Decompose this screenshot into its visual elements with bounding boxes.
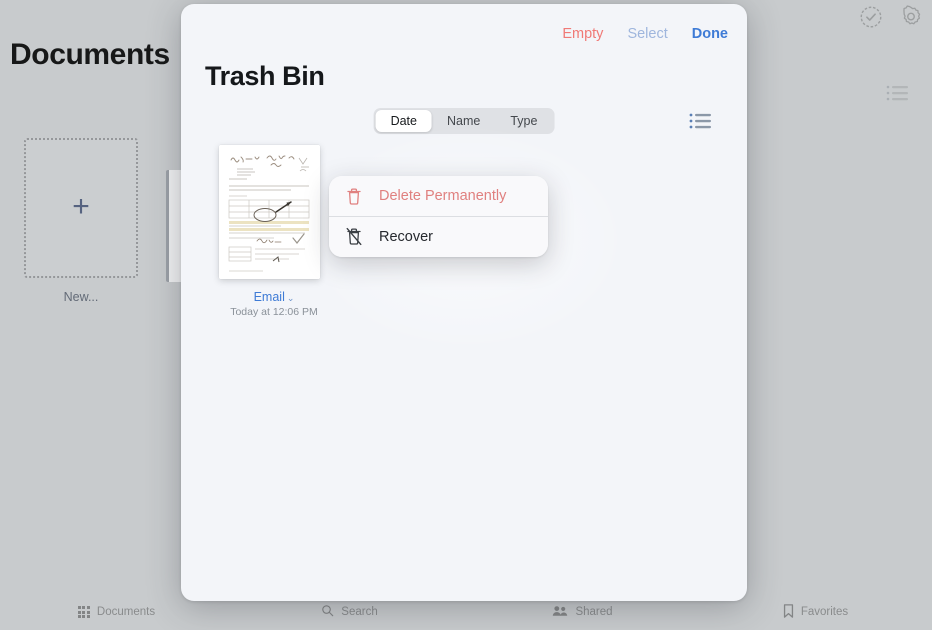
select-button[interactable]: Select bbox=[627, 26, 667, 42]
trash-slash-icon bbox=[345, 227, 363, 246]
sort-segmented-control-row: Date Name Type bbox=[181, 108, 747, 134]
sheet-actions: Empty Select Done bbox=[562, 26, 728, 42]
new-document-tile[interactable]: + New... bbox=[24, 138, 138, 304]
chevron-down-icon[interactable]: ⌄ bbox=[287, 293, 295, 303]
sort-segment-date[interactable]: Date bbox=[375, 110, 432, 132]
tab-search-label: Search bbox=[341, 606, 378, 618]
done-button[interactable]: Done bbox=[692, 26, 728, 42]
list-view-toggle[interactable] bbox=[689, 112, 711, 130]
tab-documents-label: Documents bbox=[96, 606, 156, 618]
settings-gear-icon[interactable] bbox=[898, 4, 924, 30]
background-list-view-icon[interactable] bbox=[886, 84, 908, 107]
top-right-toolbar bbox=[858, 4, 924, 30]
tab-documents[interactable]: Documents bbox=[0, 606, 233, 618]
menu-item-delete-permanently-label: Delete Permanently bbox=[379, 188, 507, 204]
tab-search[interactable]: Search bbox=[233, 604, 466, 620]
trash-icon bbox=[345, 187, 363, 206]
grid-icon bbox=[77, 606, 90, 618]
sort-segment-name[interactable]: Name bbox=[432, 110, 495, 132]
sheet-title: Trash Bin bbox=[205, 61, 325, 91]
new-document-label: New... bbox=[63, 290, 99, 304]
menu-item-recover[interactable]: Recover bbox=[329, 217, 548, 257]
document-thumbnail[interactable] bbox=[219, 145, 320, 279]
bookmark-icon bbox=[783, 603, 794, 621]
empty-button[interactable]: Empty bbox=[562, 26, 603, 42]
document-date: Today at 12:06 PM bbox=[230, 306, 318, 318]
menu-item-recover-label: Recover bbox=[379, 228, 433, 245]
tab-shared-label: Shared bbox=[575, 606, 613, 618]
menu-item-delete-permanently[interactable]: Delete Permanently bbox=[329, 176, 548, 216]
plus-icon: + bbox=[72, 190, 90, 223]
document-item[interactable]: Email ⌄ Today at 12:06 PM bbox=[219, 145, 329, 318]
people-icon bbox=[552, 605, 568, 620]
document-name-text: Email bbox=[253, 290, 285, 304]
sheet-header: Empty Select Done bbox=[181, 4, 747, 60]
sort-segmented-control[interactable]: Date Name Type bbox=[373, 108, 555, 134]
document-preview-image bbox=[219, 145, 320, 279]
page-title: Documents bbox=[10, 38, 170, 71]
magnifier-icon bbox=[321, 604, 334, 620]
sort-segment-type[interactable]: Type bbox=[495, 110, 552, 132]
select-circle-icon[interactable] bbox=[858, 4, 884, 30]
trash-bin-sheet: Empty Select Done Trash Bin Date Name Ty… bbox=[181, 4, 747, 601]
document-name[interactable]: Email ⌄ bbox=[219, 290, 329, 304]
tab-favorites-label: Favorites bbox=[800, 606, 849, 618]
tab-shared[interactable]: Shared bbox=[466, 605, 699, 620]
new-document-dropzone[interactable]: + bbox=[24, 138, 138, 278]
tab-favorites[interactable]: Favorites bbox=[699, 603, 932, 621]
context-menu: Delete Permanently Recover bbox=[329, 176, 548, 257]
